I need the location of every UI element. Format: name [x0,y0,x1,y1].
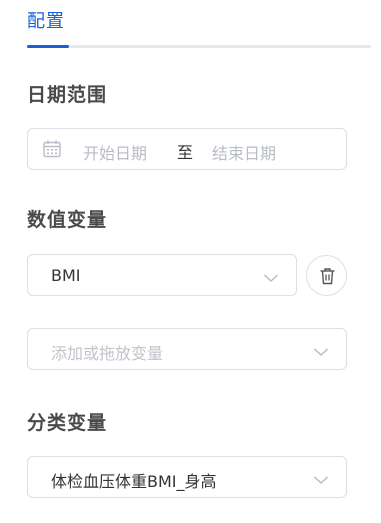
chevron-down-icon [263,269,279,283]
add-variable-placeholder: 添加或拖放变量 [51,344,164,363]
numeric-variable-select[interactable]: BMI [27,254,297,296]
trash-icon [320,268,335,285]
tab-config[interactable]: 配置 [27,7,65,33]
tab-bar: 配置 [27,0,371,50]
category-variable-value: 体检血压体重BMI_身高 [51,472,217,491]
chevron-down-icon [313,471,329,485]
numeric-variable-value: BMI [51,266,81,285]
category-variable-title: 分类变量 [27,412,108,434]
calendar-icon [42,139,62,159]
date-range-title: 日期范围 [27,84,108,106]
tab-bar-divider [27,45,371,48]
end-date-input[interactable]: 结束日期 [212,140,276,164]
numeric-variable-title: 数值变量 [27,209,108,231]
date-range-separator: 至 [177,143,194,162]
category-variable-select[interactable]: 体检血压体重BMI_身高 [27,456,347,498]
delete-variable-button[interactable] [306,255,347,296]
date-range-picker[interactable]: 开始日期 至 结束日期 [27,128,347,170]
chevron-down-icon [313,343,329,357]
tab-active-indicator [27,45,69,48]
start-date-input[interactable]: 开始日期 [83,140,147,164]
config-panel: 配置 日期范围 开始日期 至 结束日期 数值变量 BMI 添加或拖放变量 分类变… [0,0,381,523]
add-variable-select[interactable]: 添加或拖放变量 [27,328,347,370]
